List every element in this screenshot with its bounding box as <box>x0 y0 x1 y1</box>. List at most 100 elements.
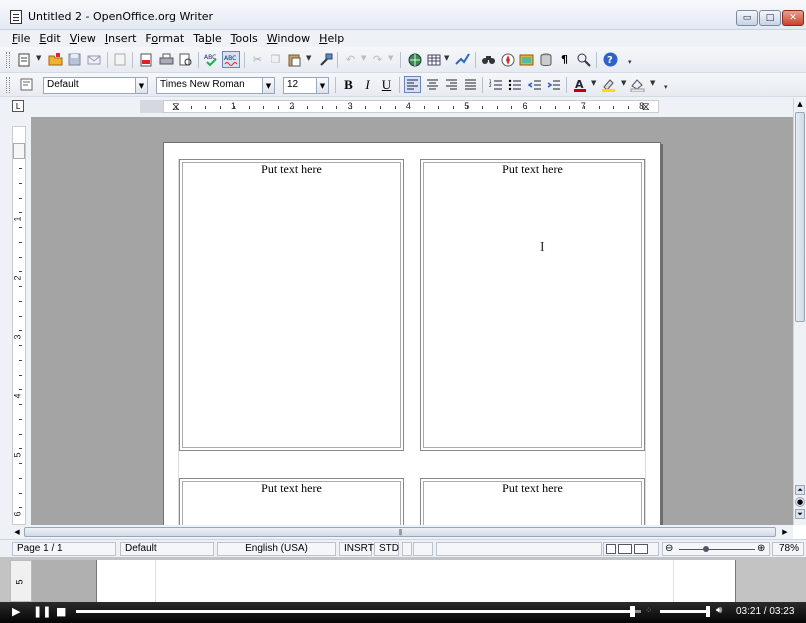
find-replace-icon[interactable] <box>481 52 496 67</box>
toolbar-grip[interactable] <box>6 52 10 68</box>
edit-file-icon[interactable] <box>113 52 128 67</box>
page-style[interactable]: Default <box>120 542 214 556</box>
cut-icon[interactable]: ✂ <box>250 52 265 67</box>
menu-table[interactable]: Table <box>193 32 221 45</box>
menu-insert[interactable]: Insert <box>105 32 137 45</box>
hyperlink-icon[interactable] <box>407 52 422 67</box>
align-center-button[interactable] <box>425 77 440 92</box>
label-text[interactable]: Put text here <box>421 162 644 177</box>
paste-icon[interactable] <box>287 52 302 67</box>
new-dropdown-icon[interactable]: ▼ <box>36 54 41 62</box>
progress-handle[interactable] <box>630 606 636 617</box>
menu-window[interactable]: Window <box>267 32 310 45</box>
selection-mode[interactable]: STD <box>374 542 399 556</box>
toolbar-options-icon[interactable]: ▾ <box>664 83 668 91</box>
font-name-dropdown-icon[interactable]: ▼ <box>262 77 275 94</box>
menu-file[interactable]: File <box>12 32 30 45</box>
speaker-icon[interactable]: 🔊︎ <box>716 605 722 616</box>
stop-icon[interactable]: ■ <box>56 605 66 618</box>
print-icon[interactable] <box>159 52 174 67</box>
underline-button[interactable]: U <box>379 77 394 92</box>
italic-button[interactable]: I <box>360 77 375 92</box>
numbering-icon[interactable]: 12 <box>488 77 503 92</box>
book-view-icon[interactable] <box>634 544 648 554</box>
table-icon[interactable] <box>426 52 441 67</box>
show-draw-functions-icon[interactable] <box>455 52 470 67</box>
horizontal-scroll-thumb[interactable]: ||| <box>24 527 776 537</box>
menu-tools[interactable]: Tools <box>231 32 258 45</box>
insert-mode[interactable]: INSRT <box>339 542 374 556</box>
save-icon[interactable] <box>67 52 82 67</box>
close-button[interactable]: ✕ <box>782 10 804 26</box>
label-text[interactable]: Put text here <box>421 481 644 496</box>
increase-indent-icon[interactable] <box>546 77 561 92</box>
horizontal-ruler[interactable]: ⧖ ⧖ 12345678 <box>163 100 659 113</box>
vertical-scrollbar[interactable]: ▲ ⏶ ● ⏷ <box>793 98 806 525</box>
zoom-track[interactable] <box>679 549 755 550</box>
font-color-icon[interactable]: A <box>572 77 587 92</box>
menu-help[interactable]: Help <box>319 32 344 45</box>
redo-icon[interactable]: ↷ <box>370 52 385 67</box>
background-color-dropdown-icon[interactable]: ▼ <box>650 79 655 87</box>
menu-edit[interactable]: Edit <box>39 32 60 45</box>
page[interactable]: Put text here Put text here Put text her… <box>163 142 661 525</box>
data-sources-icon[interactable] <box>538 52 553 67</box>
gallery-icon[interactable] <box>519 52 534 67</box>
font-color-dropdown-icon[interactable]: ▼ <box>591 79 596 87</box>
bold-button[interactable]: B <box>341 77 356 92</box>
clone-formatting-icon[interactable] <box>318 52 333 67</box>
play-icon[interactable]: ▶ <box>12 605 20 618</box>
pause-icon[interactable]: ❚❚ <box>33 605 51 618</box>
font-name-combo[interactable]: Times New Roman <box>156 77 263 94</box>
zoom-level[interactable]: 78% <box>772 542 804 556</box>
minimize-button[interactable]: ▭ <box>736 10 758 26</box>
justify-button[interactable] <box>463 77 478 92</box>
page-preview-icon[interactable] <box>178 52 193 67</box>
zoom-handle[interactable] <box>703 546 709 552</box>
toolbar-options-icon[interactable]: ▾ <box>628 58 632 66</box>
new-document-icon[interactable] <box>17 52 32 67</box>
scroll-left-icon[interactable]: ◀ <box>12 527 22 537</box>
undo-icon[interactable]: ↶ <box>343 52 358 67</box>
bullets-icon[interactable] <box>507 77 522 92</box>
table-dropdown-icon[interactable]: ▼ <box>444 54 449 62</box>
volume-handle[interactable] <box>706 606 710 617</box>
hyperlink-mode[interactable] <box>402 542 412 556</box>
label-text[interactable]: Put text here <box>180 481 403 496</box>
label-cell[interactable]: Put text here <box>179 159 404 451</box>
volume-track[interactable] <box>660 606 710 617</box>
align-right-button[interactable] <box>444 77 459 92</box>
page-count[interactable]: Page 1 / 1 <box>12 542 116 556</box>
scroll-up-icon[interactable]: ▲ <box>794 98 806 110</box>
scroll-right-icon[interactable]: ▶ <box>780 527 790 537</box>
previous-page-icon[interactable]: ⏶ <box>795 485 805 495</box>
maximize-button[interactable]: □ <box>759 10 781 26</box>
paragraph-style-dropdown-icon[interactable]: ▼ <box>135 77 148 94</box>
label-text[interactable]: Put text here <box>180 162 403 177</box>
vertical-scroll-thumb[interactable] <box>795 112 805 322</box>
next-page-icon[interactable]: ⏷ <box>795 509 805 519</box>
styles-formatting-icon[interactable] <box>19 77 34 92</box>
document-modified[interactable] <box>413 542 433 556</box>
open-folder-icon[interactable] <box>48 52 63 67</box>
email-icon[interactable] <box>87 52 102 67</box>
autospellcheck-icon[interactable]: ABC <box>222 51 240 68</box>
progress-track[interactable] <box>76 606 641 617</box>
label-cell[interactable]: Put text here <box>179 478 404 525</box>
menu-view[interactable]: View <box>70 32 96 45</box>
copy-icon[interactable]: ❐ <box>268 52 283 67</box>
zoom-out-icon[interactable]: ⊖ <box>665 543 673 555</box>
font-size-combo[interactable]: 12 <box>283 77 317 94</box>
language[interactable]: English (USA) <box>217 542 336 556</box>
menu-format[interactable]: Format <box>145 32 184 45</box>
redo-dropdown-icon[interactable]: ▼ <box>388 54 393 62</box>
navigator-icon[interactable] <box>500 52 515 67</box>
zoom-slider[interactable]: ⊖ ⊕ <box>662 542 770 556</box>
horizontal-scrollbar[interactable]: ◀ ||| ▶ <box>0 525 793 539</box>
label-cell[interactable]: Put text here <box>420 159 645 451</box>
label-cell[interactable]: Put text here <box>420 478 645 525</box>
spellcheck-icon[interactable]: ABC <box>204 52 219 67</box>
decrease-indent-icon[interactable] <box>527 77 542 92</box>
zoom-icon[interactable] <box>576 52 591 67</box>
font-size-dropdown-icon[interactable]: ▼ <box>316 77 329 94</box>
